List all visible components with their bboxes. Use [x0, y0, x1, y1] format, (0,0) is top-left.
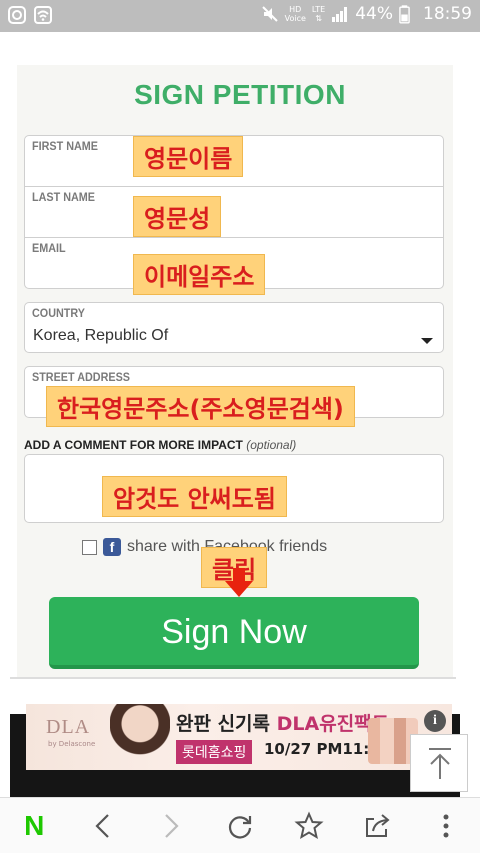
red-arrow-stem — [233, 568, 245, 582]
annotation-street: 한국영문주소(주소영문검색) — [46, 386, 355, 427]
country-value: Korea, Republic Of — [33, 327, 169, 344]
divider — [10, 677, 456, 679]
ad-brand-logo: DLA — [46, 716, 91, 738]
red-arrow-icon — [225, 581, 253, 597]
email-label: EMAIL — [32, 241, 66, 255]
annotation-comment: 암것도 안써도됨 — [102, 476, 287, 517]
mute-icon — [261, 5, 279, 23]
facebook-icon: f — [103, 538, 121, 556]
clock: 18:59 — [423, 4, 472, 24]
first-name-label: FIRST NAME — [32, 139, 99, 153]
country-select[interactable]: COUNTRY Korea, Republic Of — [24, 302, 444, 353]
street-address-label: STREET ADDRESS — [32, 370, 131, 384]
annotation-email: 이메일주소 — [133, 254, 266, 295]
ad-headline-prefix: 완판 신기록 — [176, 713, 277, 735]
ad-banner[interactable]: DLA by Delascone 완판 신기록 DLA유진팩트 롯데홈쇼핑 10… — [26, 704, 452, 770]
status-bar: HD Voice LTE ⇅ 44% 18:59 — [0, 0, 480, 32]
last-name-label: LAST NAME — [32, 190, 95, 204]
naver-home-button[interactable]: N — [12, 804, 56, 848]
info-icon[interactable]: i — [424, 710, 446, 732]
scroll-to-top-button[interactable] — [410, 734, 468, 792]
forward-button[interactable] — [149, 804, 193, 848]
share-checkbox[interactable] — [82, 539, 97, 555]
battery-icon — [399, 5, 417, 24]
app-notification-icon — [8, 6, 26, 24]
signal-icon — [331, 5, 349, 23]
network-indicator: LTE ⇅ — [312, 5, 325, 23]
reload-icon — [228, 815, 252, 838]
wifi-icon — [34, 6, 52, 24]
annotation-last-name: 영문성 — [133, 196, 222, 237]
country-label: COUNTRY — [32, 306, 86, 320]
battery-percent: 44% — [355, 4, 393, 24]
volte-indicator: HD Voice — [285, 5, 306, 23]
share-icon — [366, 813, 390, 837]
browser-toolbar: N — [0, 797, 480, 853]
sign-now-button[interactable]: Sign Now — [49, 597, 419, 669]
comment-label: ADD A COMMENT FOR MORE IMPACT (optional) — [24, 438, 296, 452]
share-button[interactable] — [355, 804, 399, 848]
chevron-left-icon — [95, 813, 109, 838]
ad-brand-sub: by Delascone — [48, 740, 96, 748]
star-icon — [293, 811, 324, 839]
dropdown-arrow-icon — [421, 338, 433, 344]
form-title: SIGN PETITION — [134, 79, 346, 110]
more-vertical-icon — [443, 814, 449, 837]
naver-logo-icon: N — [24, 809, 45, 841]
more-menu-button[interactable] — [424, 804, 468, 848]
ad-shop-badge: 롯데홈쇼핑 — [176, 740, 253, 764]
comment-label-text: ADD A COMMENT FOR MORE IMPACT — [24, 438, 243, 452]
back-button[interactable] — [81, 804, 125, 848]
volte-voice-label: Voice — [284, 14, 306, 23]
arrow-up-icon — [429, 748, 451, 779]
reload-button[interactable] — [218, 804, 262, 848]
ad-headline: 완판 신기록 DLA유진팩트 — [176, 709, 389, 736]
web-content[interactable]: SIGN PETITION FIRST NAME LAST NAME EMAIL… — [0, 32, 480, 799]
comment-optional-text: (optional) — [246, 438, 297, 452]
network-type-label: LTE — [311, 5, 326, 14]
data-arrows-icon: ⇅ — [315, 14, 322, 23]
chevron-right-icon — [165, 813, 179, 838]
bookmark-button[interactable] — [287, 804, 331, 848]
volte-hd-label: HD — [289, 5, 302, 14]
ad-model-image — [110, 704, 170, 770]
annotation-first-name: 영문이름 — [133, 136, 244, 177]
last-name-field[interactable]: LAST NAME — [25, 187, 443, 238]
